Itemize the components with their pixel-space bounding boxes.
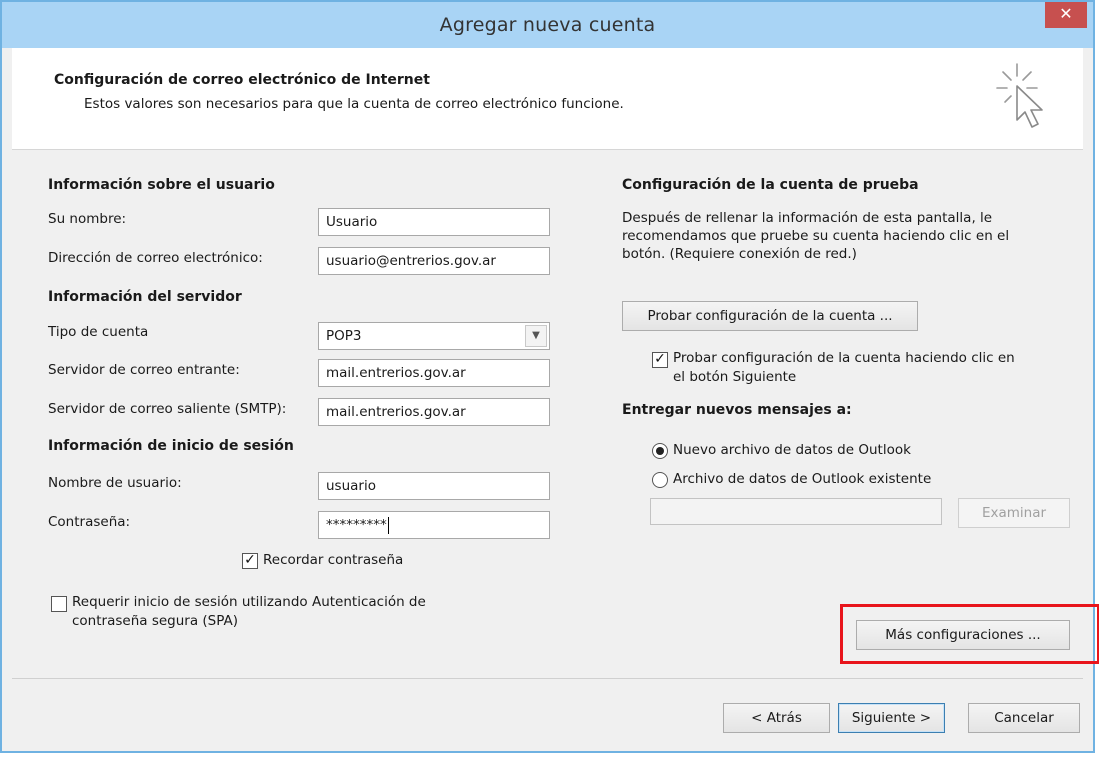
radio-existing-data-file[interactable] — [652, 472, 668, 488]
auto-test-label-line2[interactable]: el botón Siguiente — [673, 369, 796, 385]
more-settings-button[interactable]: Más configuraciones ... — [856, 620, 1070, 650]
auto-test-checkbox[interactable]: ✓ — [652, 352, 668, 368]
outgoing-server-label: Servidor de correo saliente (SMTP): — [48, 401, 287, 417]
incoming-server-field[interactable]: mail.entrerios.gov.ar — [318, 359, 550, 387]
text-cursor — [387, 516, 389, 534]
remember-password-label[interactable]: Recordar contraseña — [263, 552, 403, 568]
data-file-path-field — [650, 498, 942, 525]
account-type-value: POP3 — [326, 328, 362, 344]
password-label: Contraseña: — [48, 514, 131, 530]
delivery-heading: Entregar nuevos mensajes a: — [622, 402, 852, 418]
username-label: Nombre de usuario: — [48, 475, 182, 491]
incoming-server-label: Servidor de correo entrante: — [48, 362, 240, 378]
window-title: Agregar nueva cuenta — [439, 14, 656, 36]
header-subtitle: Estos valores son necesarios para que la… — [84, 96, 624, 112]
footer-divider — [12, 678, 1083, 679]
header-title: Configuración de correo electrónico de I… — [54, 72, 430, 88]
spa-checkbox[interactable] — [51, 596, 67, 612]
login-info-heading: Información de inicio de sesión — [48, 438, 294, 454]
wizard-header: Configuración de correo electrónico de I… — [12, 48, 1083, 150]
user-info-heading: Información sobre el usuario — [48, 177, 275, 193]
server-info-heading: Información del servidor — [48, 289, 242, 305]
add-account-window: Agregar nueva cuenta ✕ Configuración de … — [0, 0, 1099, 753]
back-button[interactable]: < Atrás — [723, 703, 830, 733]
auto-test-label-line1[interactable]: Probar configuración de la cuenta hacien… — [673, 350, 1015, 366]
test-settings-heading: Configuración de la cuenta de prueba — [622, 177, 919, 193]
cursor-click-icon — [996, 63, 1043, 128]
spa-label-line1[interactable]: Requerir inicio de sesión utilizando Aut… — [72, 594, 426, 610]
new-data-file-label[interactable]: Nuevo archivo de datos de Outlook — [673, 442, 911, 458]
browse-button: Examinar — [958, 498, 1070, 528]
account-type-select[interactable]: POP3 ▼ — [318, 322, 550, 350]
cancel-button[interactable]: Cancelar — [968, 703, 1080, 733]
spa-label-line2[interactable]: contraseña segura (SPA) — [72, 613, 238, 629]
email-field[interactable]: usuario@entrerios.gov.ar — [318, 247, 550, 275]
close-button[interactable]: ✕ — [1045, 2, 1087, 28]
password-field[interactable]: ********* — [318, 511, 550, 539]
email-label: Dirección de correo electrónico: — [48, 250, 263, 266]
existing-data-file-label[interactable]: Archivo de datos de Outlook existente — [673, 471, 931, 487]
name-field[interactable]: Usuario — [318, 208, 550, 236]
password-value: ********* — [326, 517, 387, 533]
name-label: Su nombre: — [48, 211, 127, 227]
title-bar[interactable]: Agregar nueva cuenta ✕ — [2, 2, 1093, 48]
remember-password-checkbox[interactable]: ✓ — [242, 553, 258, 569]
radio-selected-dot — [656, 447, 664, 455]
test-settings-description: Después de rellenar la información de es… — [622, 210, 1010, 262]
next-button[interactable]: Siguiente > — [838, 703, 945, 733]
account-type-label: Tipo de cuenta — [48, 324, 149, 340]
chevron-down-icon[interactable]: ▼ — [525, 325, 547, 347]
outgoing-server-field[interactable]: mail.entrerios.gov.ar — [318, 398, 550, 426]
radio-new-data-file[interactable] — [652, 443, 668, 459]
username-field[interactable]: usuario — [318, 472, 550, 500]
test-account-button[interactable]: Probar configuración de la cuenta ... — [622, 301, 918, 331]
